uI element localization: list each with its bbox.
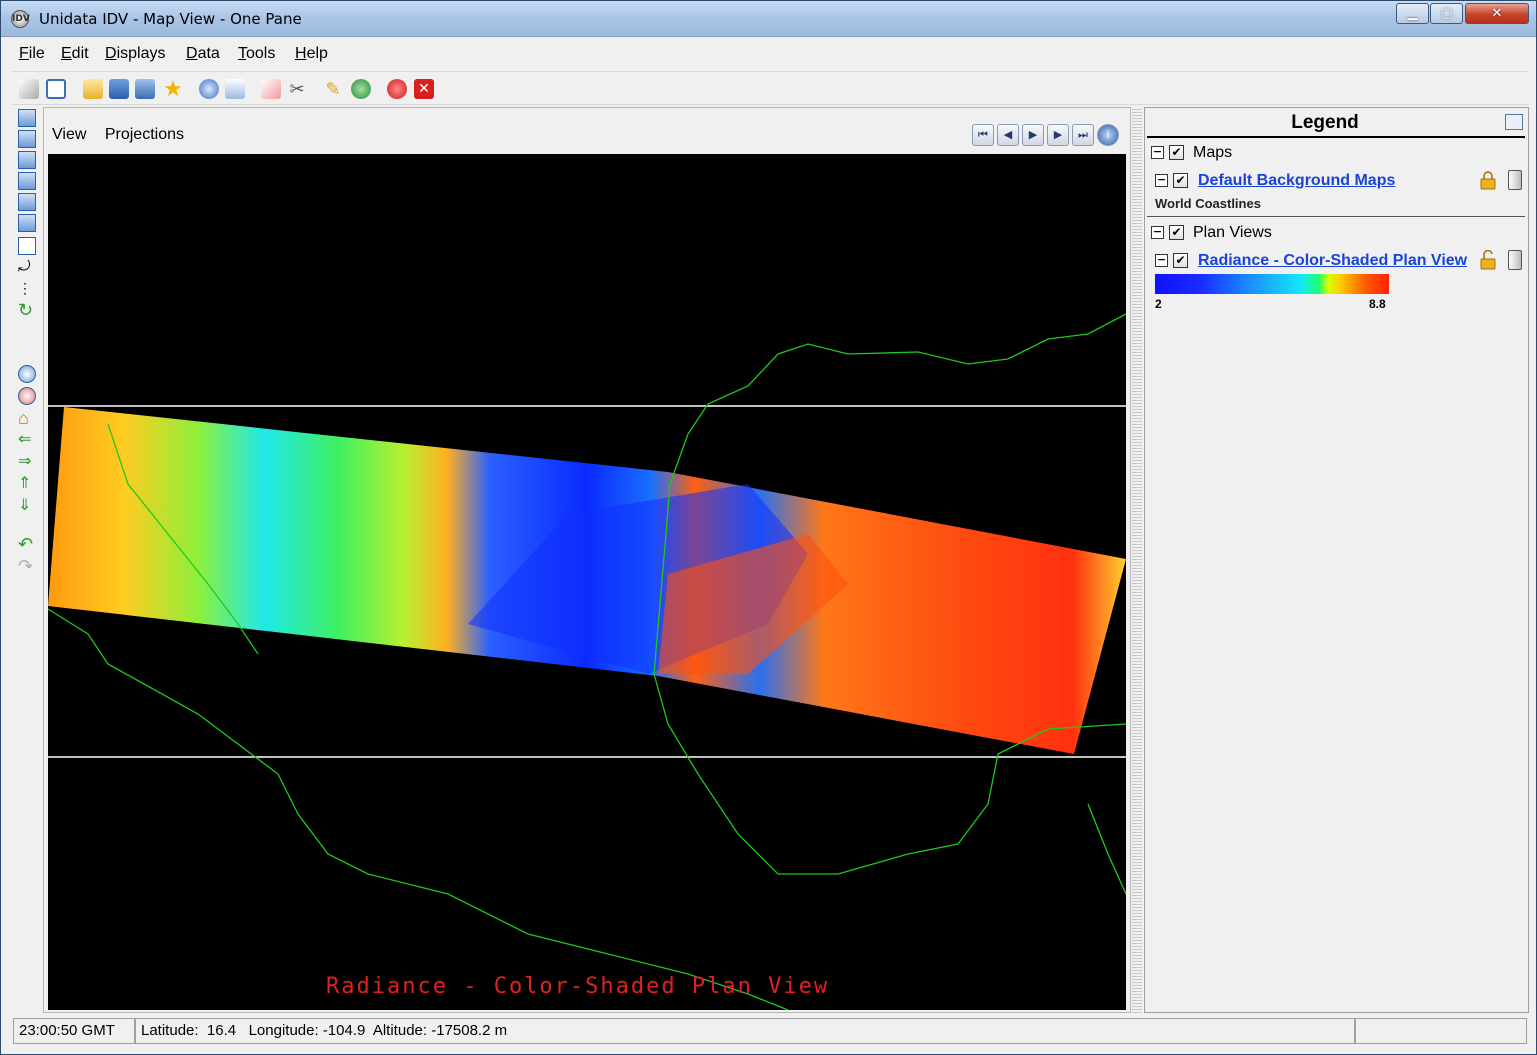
redo-icon[interactable]: ↷ <box>18 557 36 575</box>
menu-displays[interactable]: Displays <box>105 45 165 63</box>
cut-icon[interactable]: ✂ <box>287 79 307 99</box>
lock-icon[interactable] <box>1479 170 1497 190</box>
map-graphics <box>48 313 1126 1010</box>
pan-down-icon[interactable]: ⇓ <box>18 497 36 515</box>
scale-icon[interactable]: ⋮ <box>18 279 36 297</box>
view-east-icon[interactable] <box>18 172 36 190</box>
undo-icon[interactable]: ↶ <box>18 535 36 553</box>
zoom-in-icon[interactable] <box>18 365 36 383</box>
save-icon[interactable] <box>109 79 129 99</box>
legend-title: Legend <box>1291 112 1359 133</box>
title-bar[interactable]: IDV Unidata IDV - Map View - One Pane ▁ … <box>1 1 1536 37</box>
trash-icon[interactable] <box>1508 250 1522 270</box>
zoom-out-icon[interactable] <box>18 387 36 405</box>
edit-pencil-icon[interactable]: ✎ <box>323 79 343 99</box>
legend-separator <box>1147 216 1525 217</box>
plan-views-visibility-checkbox[interactable]: ✔ <box>1169 225 1184 240</box>
anim-last-icon[interactable]: ⏭ <box>1072 124 1094 146</box>
radiance-checkbox[interactable]: ✔ <box>1173 253 1188 268</box>
status-location: Latitude: 16.4 Longitude: -104.9 Altitud… <box>135 1018 1355 1044</box>
view-bottom-icon[interactable] <box>18 130 36 148</box>
pan-right-icon[interactable]: ⇒ <box>18 453 36 471</box>
rotate-icon[interactable]: ⤾ <box>18 258 36 276</box>
legend-separator <box>1147 136 1525 138</box>
email-icon[interactable] <box>225 79 245 99</box>
trash-icon[interactable] <box>1508 170 1522 190</box>
pan-up-icon[interactable]: ⇑ <box>18 475 36 493</box>
minimize-button[interactable]: ▁ <box>1396 3 1429 24</box>
legend-item-subtitle: World Coastlines <box>1155 196 1261 211</box>
radiance-colorbar <box>1155 274 1389 294</box>
legend-item-radiance: − ✔ Radiance - Color-Shaded Plan View <box>1145 248 1527 274</box>
map-caption: Radiance - Color-Shaded Plan View <box>326 974 830 999</box>
window-title: Unidata IDV - Map View - One Pane <box>39 10 302 28</box>
legend-options-icon[interactable] <box>1505 114 1523 130</box>
status-bar: 23:00:50 GMT Latitude: 16.4 Longitude: -… <box>11 1017 1529 1045</box>
panel-splitter[interactable] <box>1132 107 1142 1013</box>
maximize-button[interactable]: ▢ <box>1430 3 1463 24</box>
anim-first-icon[interactable]: ⏮ <box>972 124 994 146</box>
menu-projections[interactable]: Projections <box>105 126 184 143</box>
anim-play-icon[interactable]: ▶ <box>1022 124 1044 146</box>
record-icon[interactable] <box>387 79 407 99</box>
map-canvas[interactable]: Radiance - Color-Shaded Plan View <box>48 154 1126 1010</box>
legend-group-plan-views: − ✔ Plan Views <box>1145 220 1527 246</box>
help-icon[interactable] <box>199 79 219 99</box>
radiance-display-link[interactable]: Radiance - Color-Shaded Plan View <box>1198 252 1467 270</box>
legend-group-label: Maps <box>1193 144 1233 161</box>
anim-step-back-icon[interactable]: ◀ <box>997 124 1019 146</box>
menu-help[interactable]: Help <box>295 45 328 63</box>
eraser-icon[interactable] <box>261 79 281 99</box>
background-maps-checkbox[interactable]: ✔ <box>1173 173 1188 188</box>
legend-panel: Legend − ✔ Maps − ✔ Default Background M… <box>1144 107 1529 1013</box>
background-maps-link[interactable]: Default Background Maps <box>1198 172 1395 190</box>
menu-file[interactable]: File <box>19 45 45 63</box>
coastline-us-gulf <box>707 313 1126 405</box>
wand-icon[interactable] <box>19 79 39 99</box>
coastline-cuba <box>1087 803 1126 895</box>
legend-group-label: Plan Views <box>1193 224 1272 241</box>
collapse-icon[interactable]: − <box>1151 226 1164 239</box>
maps-visibility-checkbox[interactable]: ✔ <box>1169 145 1184 160</box>
menu-edit[interactable]: Edit <box>61 45 89 63</box>
save-as-icon[interactable] <box>135 79 155 99</box>
view-south-icon[interactable] <box>18 193 36 211</box>
idv-window: IDV Unidata IDV - Map View - One Pane ▁ … <box>0 0 1537 1055</box>
view-north-icon[interactable] <box>18 151 36 169</box>
colorbar-max-label: 8.8 <box>1369 297 1386 311</box>
anim-step-forward-icon[interactable]: ▶ <box>1047 124 1069 146</box>
view-west-icon[interactable] <box>18 214 36 232</box>
collapse-icon[interactable]: − <box>1155 174 1168 187</box>
collapse-icon[interactable]: − <box>1155 254 1168 267</box>
menu-data[interactable]: Data <box>186 45 220 63</box>
unlock-icon[interactable] <box>1479 250 1497 270</box>
menu-view[interactable]: View <box>52 126 86 143</box>
menu-bar: File Edit Displays Data Tools Help <box>11 39 1529 69</box>
new-window-icon[interactable] <box>46 79 66 99</box>
reset-icon[interactable]: ↻ <box>18 301 36 319</box>
status-extra <box>1355 1018 1527 1044</box>
globe-icon[interactable] <box>351 79 371 99</box>
view-menu-bar: View Projections <box>52 126 198 144</box>
map-view-panel: View Projections ⏮ ◀ ▶ ▶ ⏭ i Radiance - … <box>43 107 1131 1013</box>
collapse-icon[interactable]: − <box>1151 146 1164 159</box>
open-folder-icon[interactable] <box>83 79 103 99</box>
stop-icon[interactable]: ✕ <box>414 79 434 99</box>
view-top-icon[interactable] <box>18 109 36 127</box>
menu-tools[interactable]: Tools <box>238 45 275 63</box>
favorite-star-icon[interactable]: ★ <box>163 78 183 100</box>
pan-left-icon[interactable]: ⇐ <box>18 431 36 449</box>
status-time: 23:00:50 GMT <box>13 1018 135 1044</box>
legend-group-maps: − ✔ Maps <box>1145 140 1527 166</box>
show-box-icon[interactable] <box>18 237 36 255</box>
colorbar-min-label: 2 <box>1155 297 1162 311</box>
view-tools-strip: ⤾ ⋮ ↻ ⌂ ⇐ ⇒ ⇑ ⇓ ↶ ↷ <box>14 107 42 1007</box>
home-icon[interactable]: ⌂ <box>18 409 36 427</box>
anim-info-icon[interactable]: i <box>1097 124 1119 146</box>
idv-app-icon: IDV <box>11 10 30 28</box>
main-toolbar: ★ ✂ ✎ ✕ <box>11 71 1529 105</box>
legend-item-background-maps: − ✔ Default Background Maps <box>1145 168 1527 194</box>
close-button[interactable]: ✕ <box>1465 3 1529 24</box>
animation-controls: ⏮ ◀ ▶ ▶ ⏭ i <box>972 124 1122 146</box>
